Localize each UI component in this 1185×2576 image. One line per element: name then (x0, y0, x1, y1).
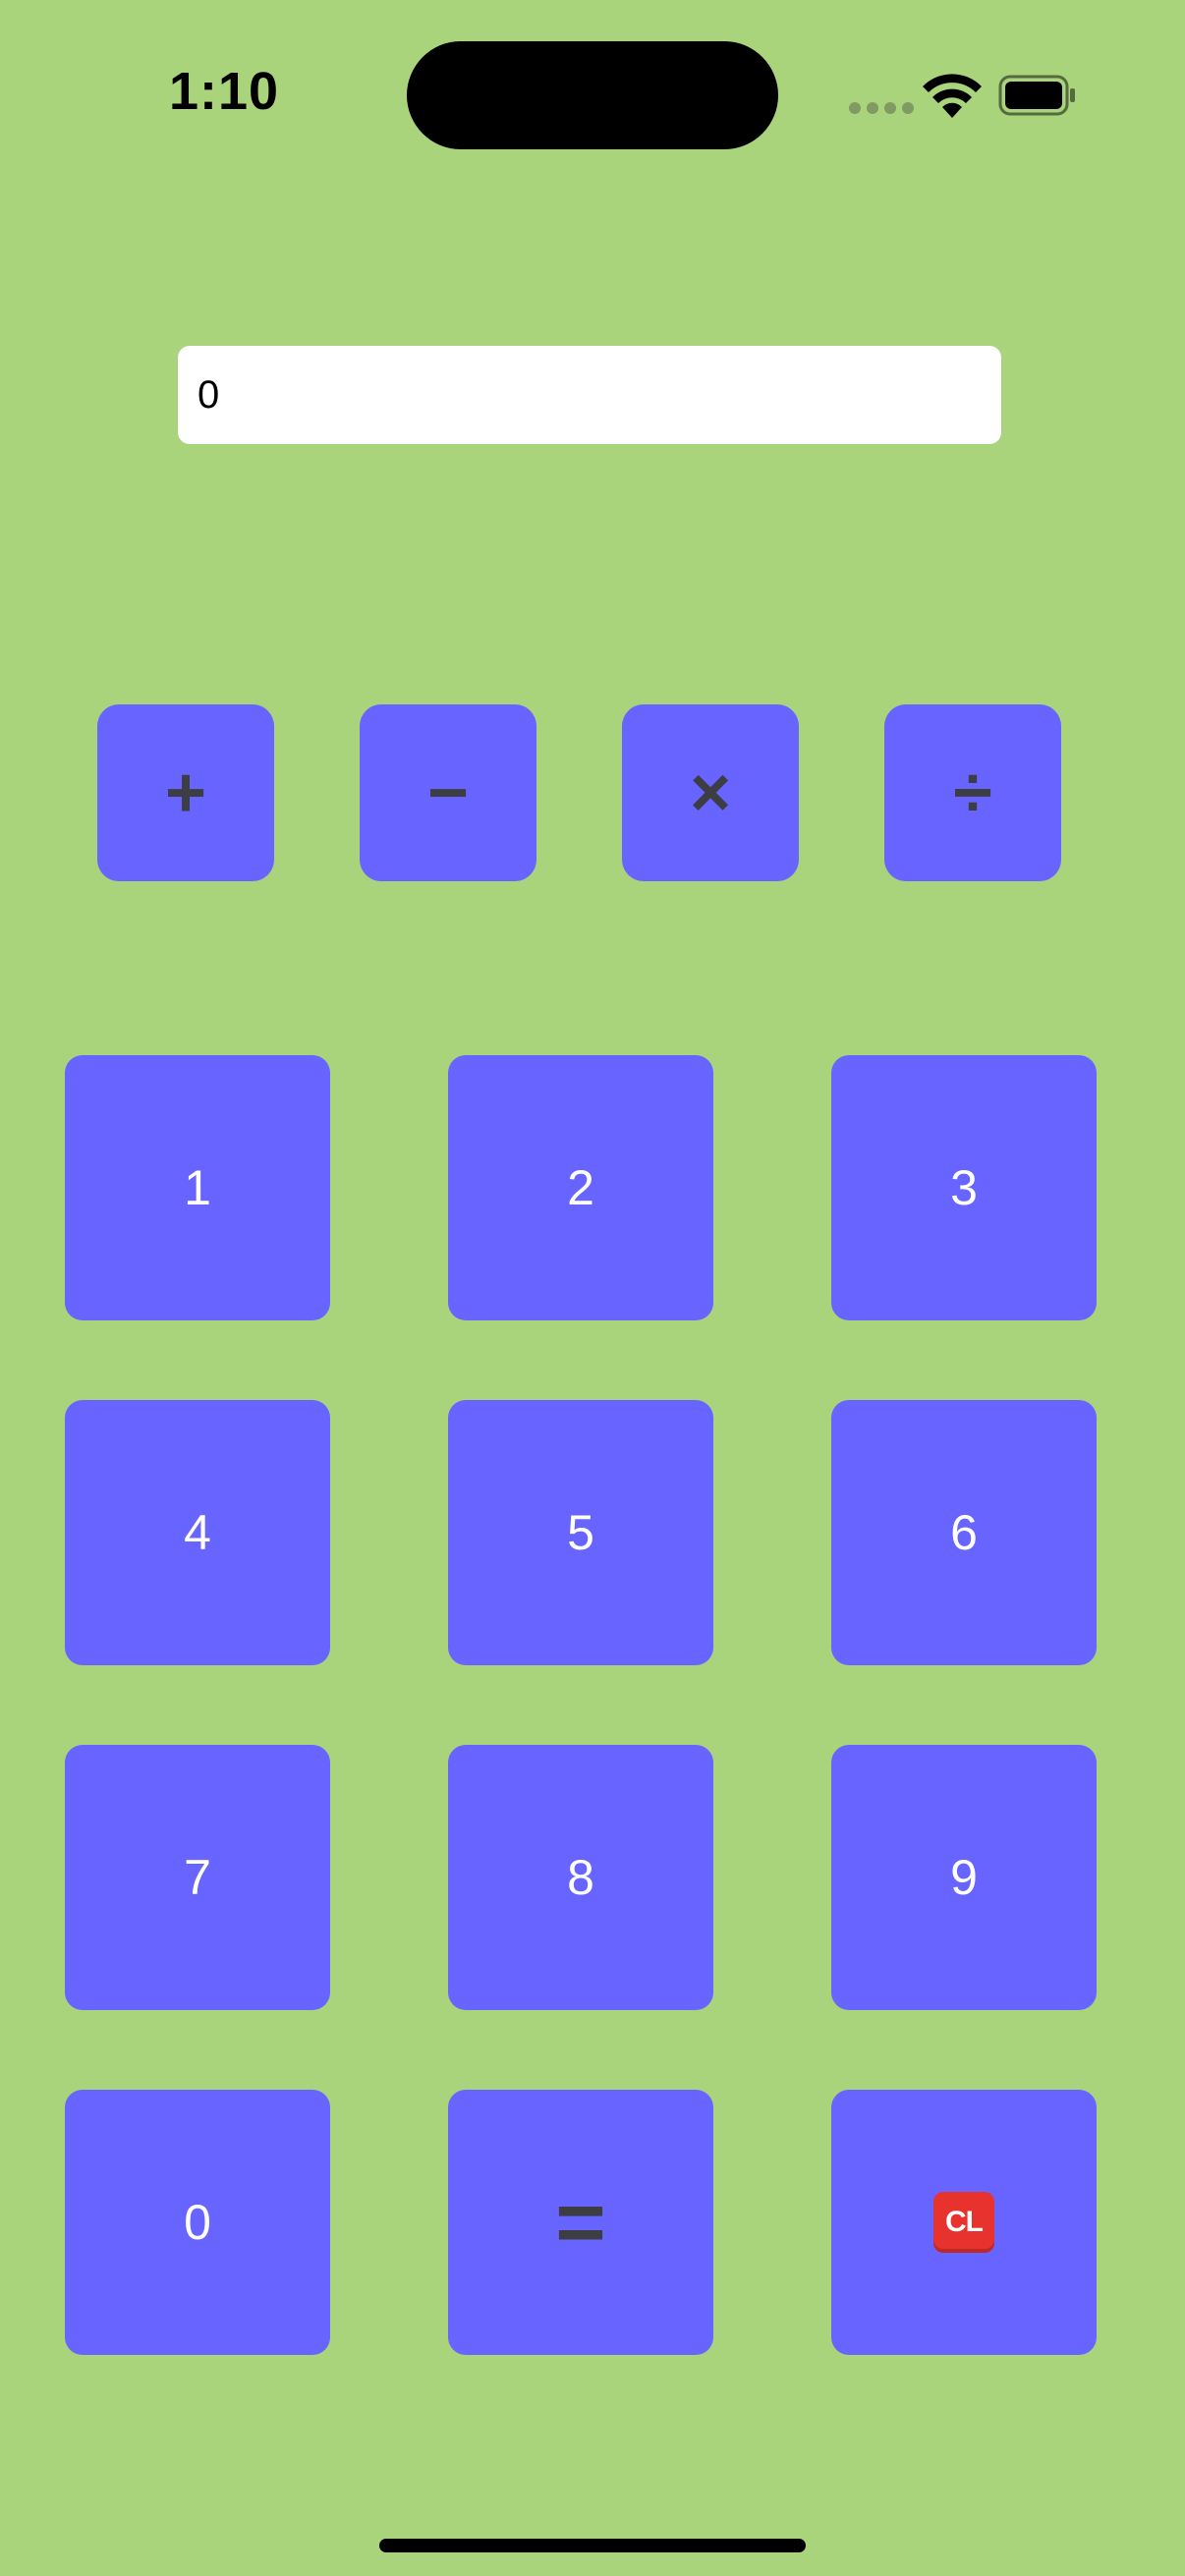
digit-label: 6 (950, 1505, 978, 1560)
digit-6-button[interactable]: 6 (831, 1400, 1097, 1665)
digit-label: 9 (950, 1850, 978, 1905)
clear-icon: CL (933, 2192, 994, 2253)
digit-label: 8 (567, 1850, 594, 1905)
signal-icon (849, 102, 914, 114)
dynamic-island (407, 41, 778, 149)
digit-2-button[interactable]: 2 (448, 1055, 713, 1320)
home-indicator[interactable] (379, 2539, 806, 2552)
digit-8-button[interactable]: 8 (448, 1745, 713, 2010)
divide-button[interactable]: ÷ (884, 704, 1061, 881)
minus-button[interactable]: − (360, 704, 536, 881)
digit-3-button[interactable]: 3 (831, 1055, 1097, 1320)
minus-label: − (426, 754, 470, 832)
multiply-button[interactable]: × (622, 704, 799, 881)
digit-0-button[interactable]: 0 (65, 2090, 330, 2355)
status-time: 1:10 (169, 62, 280, 121)
plus-label: + (164, 754, 207, 832)
wifi-icon (923, 74, 982, 118)
battery-icon (998, 75, 1075, 116)
equals-button[interactable]: = (448, 2090, 713, 2355)
result-display-value: 0 (198, 372, 220, 417)
result-display[interactable]: 0 (178, 346, 1001, 444)
digit-label: 3 (950, 1160, 978, 1215)
digit-4-button[interactable]: 4 (65, 1400, 330, 1665)
clear-button[interactable]: CL (831, 2090, 1097, 2355)
digit-label: 7 (184, 1850, 211, 1905)
digit-9-button[interactable]: 9 (831, 1745, 1097, 2010)
equals-label: = (555, 2173, 606, 2270)
digit-1-button[interactable]: 1 (65, 1055, 330, 1320)
plus-button[interactable]: + (97, 704, 274, 881)
digit-label: 1 (184, 1160, 211, 1215)
digit-label: 2 (567, 1160, 594, 1215)
digit-label: 0 (184, 2195, 211, 2250)
digit-5-button[interactable]: 5 (448, 1400, 713, 1665)
divide-label: ÷ (953, 754, 992, 832)
digit-label: 4 (184, 1505, 211, 1560)
multiply-label: × (689, 754, 732, 832)
digit-7-button[interactable]: 7 (65, 1745, 330, 2010)
digit-label: 5 (567, 1505, 594, 1560)
